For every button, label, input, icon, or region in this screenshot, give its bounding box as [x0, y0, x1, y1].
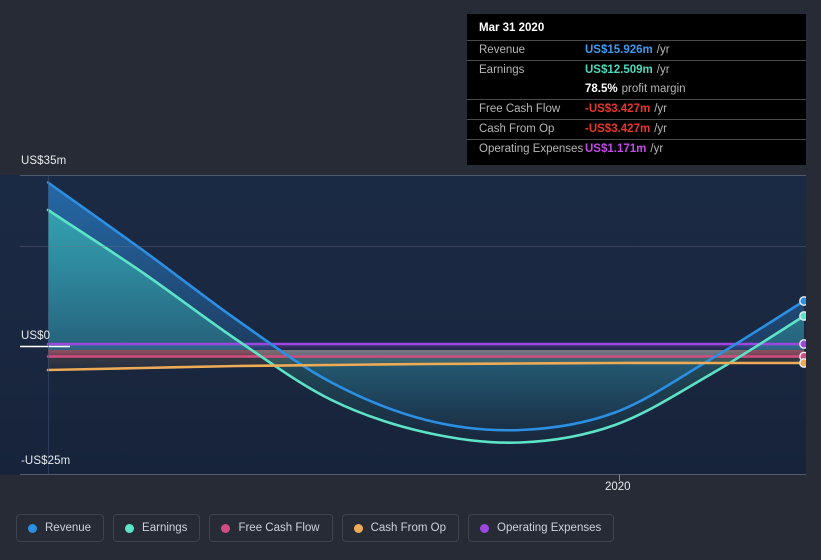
legend-color-dot-icon — [353, 523, 363, 533]
tooltip-row: Cash From Op -US$3.427m/yr — [467, 119, 806, 139]
tooltip-row-unit: /yr — [650, 143, 664, 155]
legend-item-label: Operating Expenses — [497, 522, 602, 534]
tooltip-row-unit: /yr — [656, 64, 670, 76]
legend-color-dot-icon — [480, 523, 490, 533]
data-tooltip: Mar 31 2020 Revenue US$15.926m/yr Earnings… — [467, 14, 806, 165]
tooltip-row-label: Revenue — [479, 44, 526, 56]
legend-item-earnings[interactable]: Earnings — [113, 514, 201, 542]
y-axis-tick-zero: US$0 — [21, 330, 51, 342]
area-fill-earnings — [48, 210, 804, 443]
tooltip-row-label: Free Cash Flow — [479, 103, 561, 115]
tooltip-row-value: 78.5% — [585, 83, 618, 95]
x-axis-tick-2020: 2020 — [605, 481, 631, 493]
legend-color-dot-icon — [221, 523, 231, 533]
legend-color-dot-icon — [28, 523, 37, 533]
tooltip-row-value: US$12.509m — [585, 64, 653, 76]
tooltip-row-unit: /yr — [654, 103, 667, 115]
legend-item-label: Earnings — [142, 522, 188, 534]
tooltip-row-unit: /yr — [656, 44, 670, 56]
tooltip-row: Earnings US$12.509m/yr — [467, 60, 806, 80]
tooltip-date: Mar 31 2020 — [479, 22, 545, 34]
tooltip-row-value: US$1.171m — [585, 143, 647, 155]
endpoint-marker-revenue — [799, 296, 806, 306]
legend-item-operating-expenses[interactable]: Operating Expenses — [468, 514, 615, 542]
endpoint-marker-earnings — [799, 311, 806, 321]
tooltip-row-label: Earnings — [479, 64, 525, 76]
legend-item-label: Revenue — [45, 522, 92, 534]
financial-performance-chart: US$35m US$0 -US$25m 2020 Mar 31 2020 Rev… — [0, 0, 821, 560]
legend-color-dot-icon — [125, 523, 135, 533]
series-canvas — [46, 181, 806, 445]
tooltip-rows: Revenue US$15.926m/yr Earnings US$12.509m/y… — [467, 40, 806, 159]
plot-area — [0, 175, 806, 475]
legend-item-label: Cash From Op — [370, 522, 447, 534]
tooltip-row: Operating Expenses US$1.171m/yr — [467, 139, 806, 159]
y-axis-tick-bottom: -US$25m — [21, 455, 71, 467]
legend-item-cash-from-op[interactable]: Cash From Op — [341, 514, 460, 542]
legend-item-label: Free Cash Flow — [238, 522, 320, 534]
tooltip-row-label: Cash From Op — [479, 123, 555, 135]
chart-legend[interactable]: Revenue Earnings Free Cash Flow Cash From O… — [16, 514, 615, 542]
endpoint-marker-cash-from-op — [799, 358, 806, 368]
tooltip-row-unit: profit margin — [621, 83, 686, 95]
tooltip-row: Revenue US$15.926m/yr — [467, 40, 806, 60]
tooltip-row-value: US$15.926m — [585, 44, 653, 56]
endpoint-marker-operating-expenses — [799, 339, 806, 349]
tooltip-row: 78.5% profit margin — [467, 80, 806, 99]
legend-item-revenue[interactable]: Revenue — [16, 514, 105, 542]
legend-item-free-cash-flow[interactable]: Free Cash Flow — [209, 514, 333, 542]
tooltip-row: Free Cash Flow -US$3.427m/yr — [467, 99, 806, 119]
tooltip-row-value: -US$3.427m — [585, 103, 651, 115]
tooltip-row-unit: /yr — [654, 123, 667, 135]
tooltip-row-value: -US$3.427m — [585, 123, 651, 135]
y-axis-tick-top: US$35m — [21, 155, 67, 167]
tooltip-row-label: Operating Expenses — [479, 143, 584, 155]
